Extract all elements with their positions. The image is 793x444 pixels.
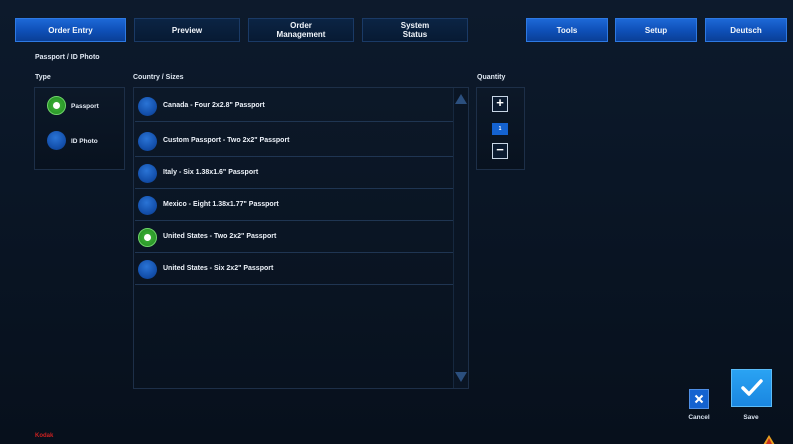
size-label: United States - Six 2x2" Passport bbox=[163, 265, 274, 272]
list-scrollbar[interactable] bbox=[453, 88, 468, 388]
system-status-label-line1: System bbox=[400, 21, 430, 30]
cancel-button[interactable] bbox=[689, 389, 709, 409]
type-header: Type bbox=[35, 74, 51, 81]
size-radio[interactable] bbox=[138, 97, 157, 116]
order-entry-label: Order Entry bbox=[48, 25, 93, 35]
order-management-label-line2: Management bbox=[276, 30, 326, 39]
passport-radio[interactable] bbox=[47, 96, 66, 115]
quantity-value: 1 bbox=[492, 123, 508, 135]
order-entry-tab[interactable]: Order Entry bbox=[15, 18, 126, 42]
size-label: Canada - Four 2x2.8" Passport bbox=[163, 102, 265, 109]
quantity-panel: + 1 − bbox=[476, 87, 525, 170]
tools-button[interactable]: Tools bbox=[526, 18, 608, 42]
quantity-increment-button[interactable]: + bbox=[492, 96, 508, 112]
size-label: Custom Passport - Two 2x2" Passport bbox=[163, 137, 290, 144]
preview-label: Preview bbox=[171, 25, 203, 35]
type-option-passport[interactable]: Passport bbox=[35, 88, 124, 124]
size-radio[interactable] bbox=[138, 132, 157, 151]
size-radio[interactable] bbox=[138, 196, 157, 215]
size-radio[interactable] bbox=[138, 260, 157, 279]
list-item[interactable]: Italy - Six 1.38x1.6" Passport bbox=[135, 158, 453, 189]
close-icon bbox=[694, 394, 704, 404]
type-panel: Passport ID Photo bbox=[34, 87, 125, 170]
size-label: United States - Two 2x2" Passport bbox=[163, 233, 277, 240]
scroll-up-icon[interactable] bbox=[455, 92, 467, 106]
sizes-list: Canada - Four 2x2.8" Passport Custom Pas… bbox=[133, 87, 469, 389]
size-label: Mexico - Eight 1.38x1.77" Passport bbox=[163, 201, 279, 208]
size-radio[interactable] bbox=[138, 164, 157, 183]
quantity-header: Quantity bbox=[477, 74, 506, 81]
sizes-header: Country / Sizes bbox=[133, 74, 184, 81]
order-management-label-line1: Order bbox=[290, 21, 312, 30]
id-photo-radio[interactable] bbox=[47, 131, 66, 150]
list-item[interactable]: Custom Passport - Two 2x2" Passport bbox=[135, 126, 453, 157]
save-button[interactable] bbox=[731, 369, 772, 407]
checkmark-icon bbox=[740, 379, 763, 396]
system-status-label-line2: Status bbox=[402, 30, 428, 39]
scroll-down-icon[interactable] bbox=[455, 370, 467, 384]
type-option-id-photo[interactable]: ID Photo bbox=[35, 126, 124, 162]
list-item[interactable]: United States - Two 2x2" Passport bbox=[135, 222, 453, 253]
preview-tab[interactable]: Preview bbox=[134, 18, 240, 42]
size-radio[interactable] bbox=[138, 228, 157, 247]
passport-label: Passport bbox=[71, 103, 99, 110]
system-status-tab[interactable]: System Status bbox=[362, 18, 468, 42]
list-item[interactable]: Mexico - Eight 1.38x1.77" Passport bbox=[135, 190, 453, 221]
list-item[interactable]: Canada - Four 2x2.8" Passport bbox=[135, 91, 453, 122]
cancel-label: Cancel bbox=[688, 414, 710, 421]
footer-logo-icon bbox=[763, 432, 775, 444]
page-title: Passport / ID Photo bbox=[35, 54, 100, 61]
id-photo-label: ID Photo bbox=[71, 138, 98, 145]
brand-logo: Kodak bbox=[35, 433, 54, 439]
order-management-tab[interactable]: Order Management bbox=[248, 18, 354, 42]
tools-label: Tools bbox=[556, 25, 578, 35]
setup-button[interactable]: Setup bbox=[615, 18, 697, 42]
list-item[interactable]: United States - Six 2x2" Passport bbox=[135, 254, 453, 285]
language-button[interactable]: Deutsch bbox=[705, 18, 787, 42]
save-label: Save bbox=[743, 414, 759, 421]
quantity-decrement-button[interactable]: − bbox=[492, 143, 508, 159]
language-label: Deutsch bbox=[730, 25, 762, 35]
setup-label: Setup bbox=[644, 25, 668, 35]
size-label: Italy - Six 1.38x1.6" Passport bbox=[163, 169, 259, 176]
